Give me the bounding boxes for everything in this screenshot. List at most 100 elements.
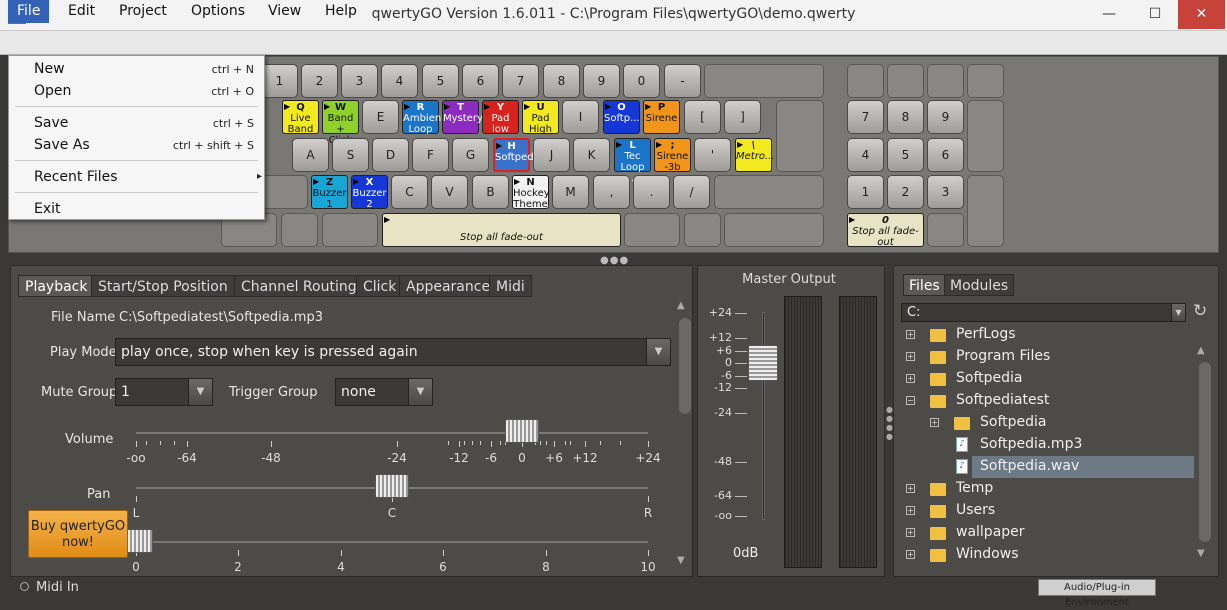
key-9[interactable]: 9 <box>583 64 620 98</box>
menu-help[interactable]: Help <box>316 0 366 23</box>
file-menu-save-as[interactable]: Save As ctrl + shift + S <box>9 135 264 157</box>
numpad-9[interactable]: 9 <box>927 100 964 134</box>
key-a[interactable]: A <box>292 138 329 172</box>
key-w[interactable]: ▶WBand + Click <box>322 100 359 146</box>
volume-slider-thumb[interactable] <box>505 419 539 443</box>
tree-folder-item[interactable] <box>924 500 1124 522</box>
scroll-down-arrow-icon[interactable]: ▼ <box>677 555 685 566</box>
key-minus[interactable]: - <box>664 64 701 98</box>
key-altgr[interactable] <box>624 213 680 247</box>
key-5[interactable]: 5 <box>422 64 459 98</box>
key-o[interactable]: ▶ O Softp... <box>603 100 640 134</box>
numpad-2[interactable]: 2 <box>887 175 924 209</box>
key-3[interactable]: 3 <box>341 64 378 98</box>
key-y[interactable]: ▶ Y Pad low <box>482 100 519 135</box>
key-win[interactable] <box>281 213 318 247</box>
file-menu-new[interactable]: New ctrl + N <box>9 59 264 81</box>
tree-scroll-down-icon[interactable]: ▼ <box>1197 548 1205 559</box>
key-space[interactable]: ▶ Stop all fade-out <box>382 213 621 247</box>
tab-appearance[interactable]: Appearance <box>399 275 498 297</box>
key-e[interactable]: E <box>362 100 399 134</box>
master-fader-thumb[interactable] <box>748 345 778 381</box>
numpad-divide[interactable] <box>887 64 924 98</box>
numpad-8[interactable]: 8 <box>887 100 924 134</box>
key-6[interactable]: 6 <box>462 64 499 98</box>
expand-icon[interactable]: + <box>906 352 915 361</box>
expand-icon[interactable]: + <box>930 418 939 427</box>
key-backslash[interactable]: ▶ \ Metro... <box>735 138 774 172</box>
refresh-icon[interactable]: ↻ <box>1193 301 1207 321</box>
key-comma[interactable]: , <box>593 175 630 209</box>
trigger-group-select[interactable]: none ▼ <box>335 378 433 406</box>
key-semicolon[interactable]: ▶; Sirene -3b <box>654 138 691 173</box>
key-l[interactable]: ▶LTec Loop ... <box>614 138 651 184</box>
tree-folder-item[interactable] <box>924 544 1124 566</box>
tab-modules[interactable]: Modules <box>944 274 1015 296</box>
tab-files[interactable]: Files <box>903 274 946 296</box>
file-menu-exit[interactable]: Exit <box>9 199 264 221</box>
key-j[interactable]: J <box>533 138 570 172</box>
numpad-1[interactable]: 1 <box>847 175 884 209</box>
key-n[interactable]: ▶ N Hockey Theme <box>512 175 550 210</box>
scroll-up-arrow-icon[interactable]: ▲ <box>677 300 685 311</box>
key-enter[interactable] <box>776 100 824 172</box>
key-quote[interactable]: ' <box>694 138 731 172</box>
key-right-shift[interactable] <box>714 175 824 209</box>
tab-midi[interactable]: Midi <box>489 275 532 297</box>
key-i[interactable]: I <box>562 100 599 134</box>
key-m[interactable]: M <box>552 175 589 209</box>
key-backspace[interactable] <box>704 64 824 98</box>
expand-icon[interactable]: + <box>906 506 915 515</box>
menu-project[interactable]: Project <box>110 0 176 23</box>
key-c[interactable]: C <box>391 175 428 209</box>
minimize-button[interactable]: — <box>1086 0 1132 29</box>
key-8[interactable]: 8 <box>543 64 580 98</box>
expand-icon[interactable]: + <box>906 528 915 537</box>
play-mode-select[interactable]: play once, stop when key is pressed agai… <box>115 338 671 366</box>
key-h[interactable]: ▶ H SoftpediaTest <box>493 138 562 172</box>
expand-icon[interactable]: + <box>906 484 915 493</box>
key-v[interactable]: V <box>431 175 468 209</box>
key-q[interactable]: ▶ Q Live Band <box>282 100 319 135</box>
numpad-minus[interactable] <box>967 64 1004 98</box>
third-slider-track[interactable] <box>136 541 648 543</box>
key-left-bracket[interactable]: [ <box>684 100 721 134</box>
numpad-0[interactable]: ▶ 0 Stop all fade-out <box>847 213 924 248</box>
splitter-handle[interactable]: ●●● <box>600 255 628 266</box>
menu-file[interactable]: File <box>8 0 50 23</box>
key-alt[interactable] <box>322 213 378 247</box>
numpad-multiply[interactable] <box>927 64 964 98</box>
menu-view[interactable]: View <box>259 0 310 23</box>
tab-playback[interactable]: Playback <box>18 275 95 297</box>
numpad-enter[interactable] <box>967 175 1004 247</box>
key-slash[interactable]: / <box>673 175 710 209</box>
tab-start-stop-position[interactable]: Start/Stop Position <box>91 275 235 297</box>
key-right-ctrl[interactable] <box>724 213 824 247</box>
key-p[interactable]: ▶ P Sirene <box>643 100 680 134</box>
tree-folder-item[interactable] <box>924 368 1124 390</box>
expand-icon[interactable]: + <box>906 550 915 559</box>
menu-options[interactable]: Options <box>182 0 254 23</box>
tree-folder-item[interactable] <box>924 478 1124 500</box>
tab-click[interactable]: Click <box>356 275 404 297</box>
panel-splitter-handle[interactable]: ● ● ● ● <box>886 405 893 441</box>
master-fader-track[interactable] <box>762 312 765 520</box>
key-0[interactable]: 0 <box>623 64 660 98</box>
key-z[interactable]: ▶ Z Buzzer 1 <box>311 175 348 210</box>
key-g[interactable]: G <box>452 138 489 172</box>
collapse-icon[interactable]: − <box>906 396 915 405</box>
key-7[interactable]: 7 <box>502 64 539 98</box>
key-u[interactable]: ▶ U Pad High <box>522 100 559 135</box>
close-button[interactable]: ✕ <box>1178 0 1225 29</box>
key-s[interactable]: S <box>332 138 369 172</box>
key-4[interactable]: 4 <box>381 64 418 98</box>
key-d[interactable]: D <box>372 138 409 172</box>
volume-slider-track[interactable] <box>136 432 648 434</box>
tree-folder-item[interactable] <box>948 412 1148 434</box>
key-f[interactable]: F <box>412 138 449 172</box>
key-right-bracket[interactable]: ] <box>724 100 761 134</box>
numpad-numlock[interactable] <box>847 64 884 98</box>
numpad-4[interactable]: 4 <box>847 138 884 172</box>
key-r[interactable]: ▶ R Ambient Loop <box>402 100 445 135</box>
tree-folder-item[interactable] <box>924 324 1124 346</box>
